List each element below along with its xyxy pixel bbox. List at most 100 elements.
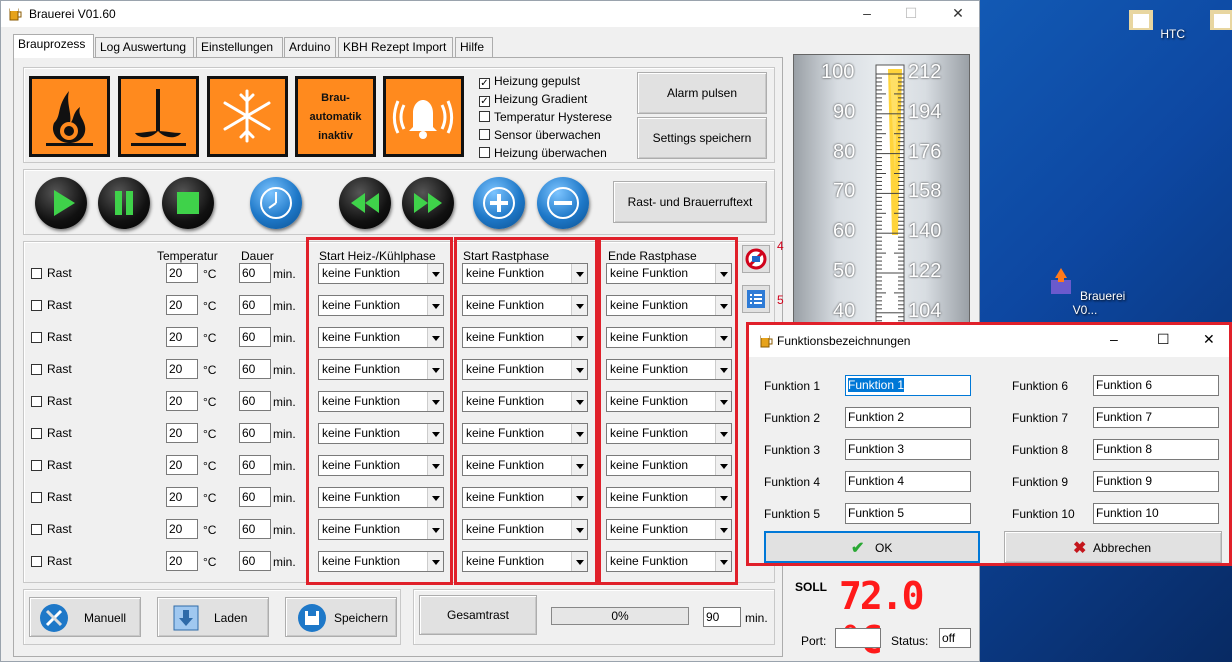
function-dropdown[interactable]: keine Funktion — [606, 519, 732, 540]
remove-button[interactable] — [537, 177, 589, 229]
temperature-field[interactable]: 20 — [166, 327, 198, 347]
chevron-down-icon[interactable] — [571, 392, 587, 411]
chevron-down-icon[interactable] — [715, 424, 731, 443]
chevron-down-icon[interactable] — [571, 296, 587, 315]
temperature-field[interactable]: 20 — [166, 391, 198, 411]
minimize-button[interactable]: – — [857, 5, 877, 21]
chevron-down-icon[interactable] — [427, 456, 443, 475]
function-name-input[interactable]: Funktion 10 — [1093, 503, 1219, 524]
function-name-input[interactable]: Funktion 3 — [845, 439, 971, 460]
function-dropdown[interactable]: keine Funktion — [462, 487, 588, 508]
rast-brauerruftext-button[interactable]: Rast- und Brauerruftext — [613, 181, 767, 223]
function-dropdown[interactable]: keine Funktion — [606, 423, 732, 444]
tab-brauprozess[interactable]: Brauprozess — [13, 34, 94, 58]
temperature-field[interactable]: 20 — [166, 455, 198, 475]
checkbox-sensor-ueberwachen[interactable]: Sensor überwachen — [479, 128, 601, 144]
close-button[interactable]: ✕ — [948, 5, 968, 21]
duration-field[interactable]: 60 — [239, 423, 271, 443]
temperature-field[interactable]: 20 — [166, 487, 198, 507]
fast-forward-button[interactable] — [402, 177, 454, 229]
speichern-button[interactable]: Speichern — [285, 597, 397, 637]
rast-checkbox[interactable] — [31, 396, 42, 407]
gesamtrast-button[interactable]: Gesamtrast — [419, 595, 537, 635]
abbrechen-button[interactable]: ✖ Abbrechen — [1004, 531, 1222, 563]
chevron-down-icon[interactable] — [427, 264, 443, 283]
manuell-button[interactable]: Manuell — [29, 597, 141, 637]
chevron-down-icon[interactable] — [427, 488, 443, 507]
chevron-down-icon[interactable] — [571, 488, 587, 507]
function-dropdown[interactable]: keine Funktion — [606, 327, 732, 348]
chevron-down-icon[interactable] — [571, 456, 587, 475]
chevron-down-icon[interactable] — [427, 552, 443, 571]
desktop-icon-brauerei[interactable]: Brauerei V0... — [1040, 266, 1130, 317]
dialog-title-bar[interactable]: Funktionsbezeichnungen – ☐ ✕ — [749, 325, 1229, 357]
function-dropdown[interactable]: keine Funktion — [462, 359, 588, 380]
temperature-field[interactable]: 20 — [166, 359, 198, 379]
desktop-icon-au[interactable]: Au — [1196, 4, 1232, 41]
tab-einstellungen[interactable]: Einstellungen — [196, 37, 283, 57]
brauautomatik-button[interactable]: Brau- automatik inaktiv — [295, 76, 376, 157]
checkbox-box[interactable] — [479, 129, 490, 140]
function-dropdown[interactable]: keine Funktion — [606, 391, 732, 412]
chevron-down-icon[interactable] — [715, 488, 731, 507]
chevron-down-icon[interactable] — [427, 328, 443, 347]
chevron-down-icon[interactable] — [427, 424, 443, 443]
duration-field[interactable]: 60 — [239, 295, 271, 315]
function-dropdown[interactable]: keine Funktion — [462, 519, 588, 540]
chevron-down-icon[interactable] — [571, 424, 587, 443]
tab-kbh-rezept-import[interactable]: KBH Rezept Import — [338, 37, 453, 57]
checkbox-box[interactable]: ✓ — [479, 78, 490, 89]
checkbox-heizung-gepulst[interactable]: ✓ Heizung gepulst — [479, 74, 580, 90]
no-function-button[interactable] — [742, 245, 770, 273]
chevron-down-icon[interactable] — [427, 296, 443, 315]
function-dropdown[interactable]: keine Funktion — [318, 295, 444, 316]
ok-button[interactable]: ✔ OK — [764, 531, 980, 563]
function-dropdown[interactable]: keine Funktion — [462, 295, 588, 316]
tab-arduino[interactable]: Arduino — [284, 37, 336, 57]
rast-checkbox[interactable] — [31, 268, 42, 279]
maximize-button[interactable]: ☐ — [901, 5, 921, 21]
function-dropdown[interactable]: keine Funktion — [462, 423, 588, 444]
dialog-maximize-button[interactable]: ☐ — [1157, 331, 1170, 348]
duration-field[interactable]: 60 — [239, 263, 271, 283]
rast-checkbox[interactable] — [31, 364, 42, 375]
chevron-down-icon[interactable] — [571, 552, 587, 571]
tab-log-auswertung[interactable]: Log Auswertung — [95, 37, 194, 57]
function-dropdown[interactable]: keine Funktion — [606, 487, 732, 508]
duration-field[interactable]: 60 — [239, 391, 271, 411]
add-button[interactable] — [473, 177, 525, 229]
play-button[interactable] — [35, 177, 87, 229]
stop-button[interactable] — [162, 177, 214, 229]
checkbox-box[interactable] — [479, 111, 490, 122]
minutes-field[interactable]: 90 — [703, 607, 741, 627]
checkbox-heizung-gradient[interactable]: ✓ Heizung Gradient — [479, 92, 587, 108]
rast-checkbox[interactable] — [31, 556, 42, 567]
function-dropdown[interactable]: keine Funktion — [318, 487, 444, 508]
port-field[interactable] — [835, 628, 881, 648]
rast-checkbox[interactable] — [31, 460, 42, 471]
duration-field[interactable]: 60 — [239, 359, 271, 379]
title-bar[interactable]: Brauerei V01.60 – ☐ ✕ — [1, 1, 979, 27]
checkbox-box[interactable] — [479, 147, 490, 158]
rast-checkbox[interactable] — [31, 428, 42, 439]
chevron-down-icon[interactable] — [571, 328, 587, 347]
temperature-field[interactable]: 20 — [166, 295, 198, 315]
chevron-down-icon[interactable] — [571, 264, 587, 283]
alarm-pulsen-button[interactable]: Alarm pulsen — [637, 72, 767, 114]
function-dropdown[interactable]: keine Funktion — [606, 263, 732, 284]
duration-field[interactable]: 60 — [239, 327, 271, 347]
chevron-down-icon[interactable] — [715, 552, 731, 571]
desktop-icon-htc[interactable]: HTC — [1120, 4, 1190, 41]
function-dropdown[interactable]: keine Funktion — [462, 455, 588, 476]
function-dropdown[interactable]: keine Funktion — [318, 455, 444, 476]
function-dropdown[interactable]: keine Funktion — [318, 423, 444, 444]
chevron-down-icon[interactable] — [427, 392, 443, 411]
alarm-button[interactable] — [383, 76, 464, 157]
temperature-field[interactable]: 20 — [166, 423, 198, 443]
function-name-input[interactable]: Funktion 9 — [1093, 471, 1219, 492]
temperature-field[interactable]: 20 — [166, 551, 198, 571]
chevron-down-icon[interactable] — [715, 264, 731, 283]
function-dropdown[interactable]: keine Funktion — [606, 295, 732, 316]
rewind-button[interactable] — [339, 177, 391, 229]
function-dropdown[interactable]: keine Funktion — [462, 391, 588, 412]
